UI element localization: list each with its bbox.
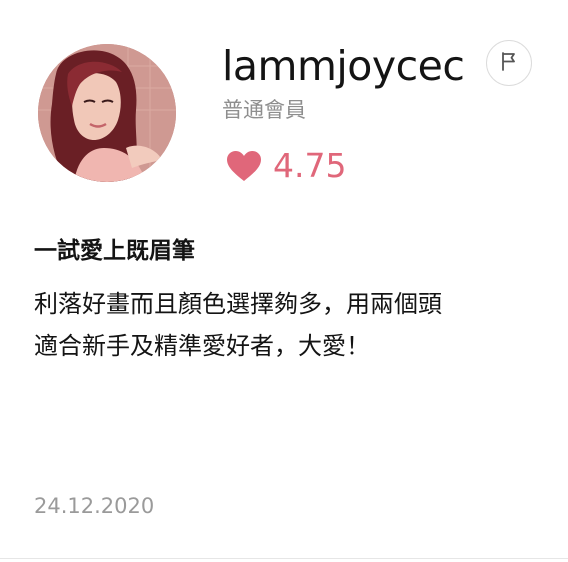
review-body: 利落好畫而且顏色選擇夠多，用兩個頭 適合新手及精準愛好者，大愛！ (34, 283, 534, 367)
report-flag-button[interactable] (486, 40, 532, 86)
flag-icon (500, 51, 518, 75)
divider (0, 558, 568, 559)
avatar-photo (38, 44, 176, 182)
heart-icon (226, 150, 262, 182)
review-body-line: 利落好畫而且顏色選擇夠多，用兩個頭 (34, 290, 442, 318)
review-title: 一試愛上既眉筆 (34, 238, 195, 264)
rating: 4.75 (226, 146, 346, 186)
rating-value: 4.75 (273, 146, 347, 185)
review-body-line: 適合新手及精準愛好者，大愛！ (34, 332, 370, 360)
member-level-label: 普通會員 (222, 98, 306, 122)
review-card: lammjoycec 普通會員 4.75 一試愛上既眉筆 利落好畫而且顏色選擇夠… (0, 0, 568, 562)
reviewer-username[interactable]: lammjoycec (222, 41, 465, 91)
review-date: 24.12.2020 (34, 494, 155, 518)
reviewer-avatar[interactable] (38, 44, 176, 182)
